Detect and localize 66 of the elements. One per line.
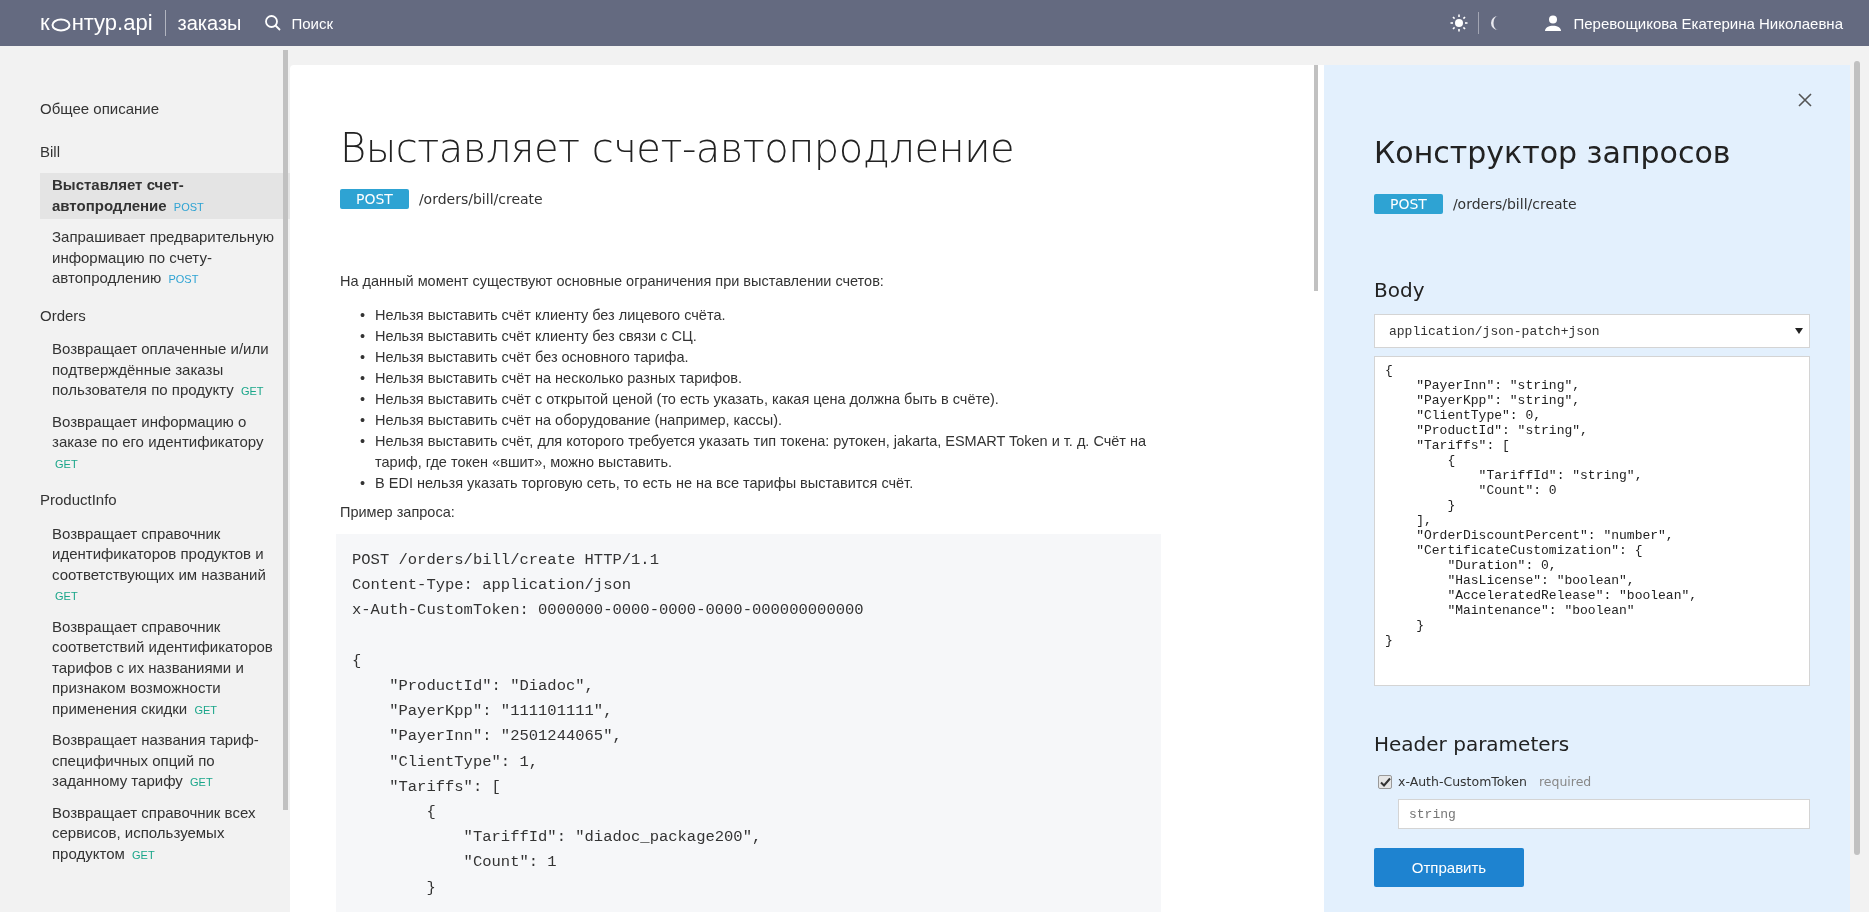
bullet-marker: • [360,327,366,346]
checkbox[interactable] [1378,774,1392,789]
body-editor[interactable]: { "PayerInn": "string", "PayerKpp": "string", "ClientType": 0, "ProductId": "string", "Tariffs": [ { "TariffId": "string", "Count": 0 } ], "OrderDiscountPercent": "number", "CertificateCustomization": { "Duration": 0, "HasLicense": "boolean", "AcceleratedRelease": "boolean", "Maintenance": "boolean" } } [1374,356,1810,686]
method-label: GET [55,457,78,470]
list-item: В EDI нельзя указать торговую сеть, то есть не на все тарифы выставится счёт. [375,474,914,493]
sidebar-item[interactable]: Возвращает справочник всех сервисов, используемых продуктом GET [40,800,290,867]
intro-text: На данный момент существуют основные ограничения при выставлении счетов: [340,273,885,289]
sidebar-item[interactable]: Возвращает справочник соответствий идентификаторов тарифов с их названиями и признаком возможности применения скидки GET [40,614,290,722]
panel-title: Конструктор запросов [1374,135,1732,170]
bullet-marker: • [360,390,366,409]
method-badge: POST [1374,194,1443,214]
user-icon [1545,15,1562,31]
sidebar-item[interactable]: Возвращает справочник идентификаторов продуктов и соответствующих им названий GET [40,521,290,609]
method-label: GET [240,385,264,397]
input-field[interactable]: string [1398,799,1810,829]
sidebar-section[interactable]: Orders [40,305,290,326]
example-label: Пример запроса: [340,504,456,520]
send-button[interactable]: Отправить [1374,848,1524,887]
bullet-marker: • [360,369,366,388]
method-label: GET [132,848,155,861]
method-label: POST [168,273,199,285]
caret-icon [1795,328,1803,334]
method-label: GET [55,590,78,602]
bullet-marker: • [360,306,366,325]
sidebar-item[interactable]: Возвращает названия тариф-специфичных опций по заданному тарифу GET [40,728,290,795]
sidebar-item[interactable]: Возвращает информацию о заказе по его идентификатору GET [40,409,290,476]
sidebar-section[interactable]: Bill [40,141,290,162]
sidebar-item[interactable]: Выставляет счет-автопродление POST [40,173,290,219]
page-title: Выставляет счет-автопродление [340,125,1016,171]
section-heading: Body [1374,278,1426,302]
endpoint-path: /orders/bill/create [1452,196,1577,212]
list-item: Нельзя выставить счёт без основного тарифа. [375,348,689,367]
method-label: GET [190,776,213,788]
logo[interactable]: к нтур.api [40,10,153,36]
bullet-marker: • [360,411,366,430]
sun-icon[interactable] [1450,14,1469,32]
sidebar-item[interactable]: Запрашивает предварительную информацию по счету-автопродлению POST [40,225,290,292]
list-item: Нельзя выставить счёт с открытой ценой (то есть указать, какая цена должна быть в счёте). [375,390,999,409]
sidebar-item[interactable]: Возвращает оплаченные и/или подтверждённые заказы пользователя по продукту GET [40,337,290,404]
sidebar-section[interactable]: ProductInfo [40,490,290,511]
bullet-marker: • [360,432,366,451]
param-name: x-Auth-CustomToken [1398,774,1527,789]
endpoint-path: /orders/bill/create [418,191,543,207]
list-item: Нельзя выставить счёт на несколько разных тарифов. [375,369,743,388]
scrollbar[interactable] [283,50,288,810]
list-item: Нельзя выставить счёт, для которого требуется указать тип токена: рутокен, jakarta, ESMART Token и т. д. Счёт на тариф, где токен «вшит», можно выставить. [375,432,1148,472]
code-block: POST /orders/bill/create HTTP/1.1 Content-Type: application/json x-Auth-CustomToken: 0000000-0000-0000-0000-000000000000 { "ProductId": "Diadoc", "PayerKpp": "111101111", "PayerInn": "2501244065", "ClientType": 1, "Tariffs": [ { "TariffId": "diadoc_package200", "Count": 1 } [336,534,1161,912]
sidebar-section[interactable]: Общее описание [40,99,290,120]
required-label: required [1538,774,1592,789]
user-name[interactable]: Перевощикова Екатерина Николаевна [1573,14,1843,32]
method-label: POST [173,200,204,213]
content-type-select[interactable]: application/json-patch+json [1374,314,1810,348]
bullet-marker: • [360,348,366,367]
method-label: GET [194,703,217,716]
search-icon [263,14,282,32]
section-title[interactable]: заказы [177,11,242,35]
method-badge: POST [340,189,409,209]
list-item: Нельзя выставить счёт на оборудование (например, кассы). [375,411,783,430]
close-icon[interactable] [1798,93,1812,107]
scrollbar[interactable] [1854,61,1860,855]
list-item: Нельзя выставить счёт клиенту без связи с СЦ. [375,327,697,346]
scrollbar[interactable] [1314,65,1318,291]
list-item: Нельзя выставить счёт клиенту без лицевого счёта. [375,306,726,325]
search-button[interactable]: Поиск [263,14,334,32]
bullet-marker: • [360,474,366,493]
section-heading: Header parameters [1374,732,1571,756]
